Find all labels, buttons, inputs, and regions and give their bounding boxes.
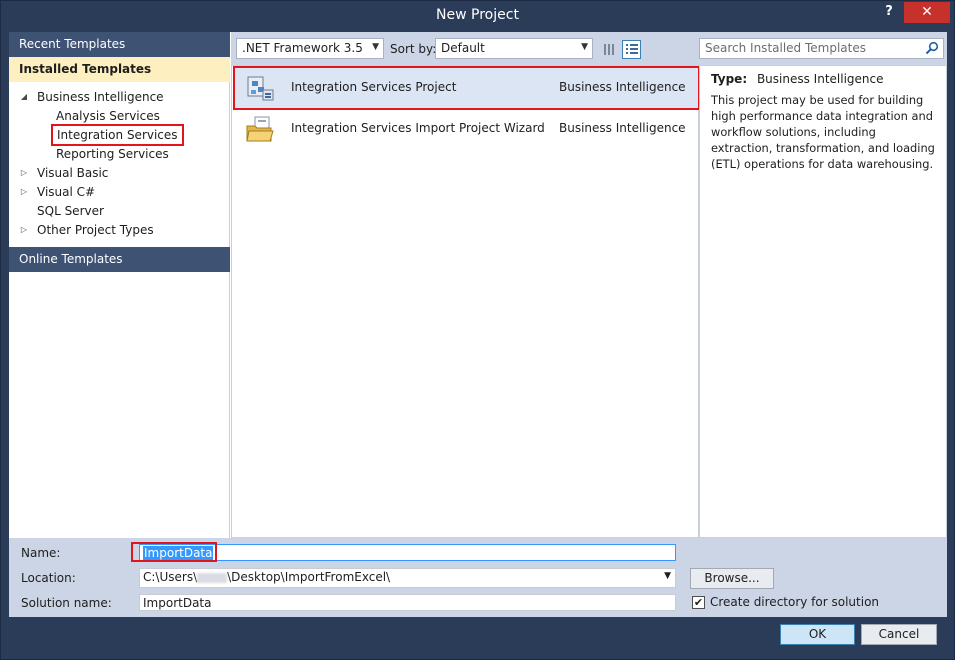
online-templates-header[interactable]: Online Templates <box>9 247 230 272</box>
template-type: Business Intelligence <box>559 80 686 94</box>
project-form: Name: ImportData Location: C:\Users\ \Des… <box>9 538 947 617</box>
collapsed-arrow-icon[interactable]: ▷ <box>19 221 29 239</box>
template-name: Integration Services Project <box>291 80 457 94</box>
search-placeholder: Search Installed Templates <box>705 41 866 55</box>
sort-dropdown[interactable]: Default ▼ <box>435 38 593 59</box>
sort-by-label: Sort by: <box>390 42 437 56</box>
template-item-integration-services-project[interactable]: Integration Services Project Business In… <box>233 66 700 110</box>
template-name: Integration Services Import Project Wiza… <box>291 121 545 135</box>
collapsed-arrow-icon[interactable]: ▷ <box>19 164 29 182</box>
dialog-client: Recent Templates Installed Templates ◢ B… <box>9 32 947 538</box>
browse-button[interactable]: Browse... <box>690 568 774 589</box>
template-list: Integration Services Project Business In… <box>231 65 700 538</box>
tree-item-label: Reporting Services <box>56 147 169 161</box>
tree-item-integration-services[interactable]: Integration Services <box>51 124 184 146</box>
chevron-down-icon[interactable]: ▼ <box>664 571 671 581</box>
installed-templates-header[interactable]: Installed Templates <box>9 57 230 82</box>
type-value: Business Intelligence <box>756 72 884 86</box>
tree-item-sql-server[interactable]: SQL Server <box>37 202 104 220</box>
type-label: Type: <box>711 72 748 86</box>
small-icons-view-icon <box>604 44 614 55</box>
folder-wizard-icon <box>246 116 274 142</box>
solution-name-value: ImportData <box>143 596 212 610</box>
templates-toolbar: .NET Framework 3.5 ▼ Sort by: Default ▼ <box>231 32 699 65</box>
search-icon[interactable] <box>925 41 939 55</box>
name-label: Name: <box>21 546 61 560</box>
tree-item-analysis-services[interactable]: Analysis Services <box>56 107 160 125</box>
tree-item-label: Business Intelligence <box>37 90 164 104</box>
chevron-down-icon: ▼ <box>581 42 588 52</box>
tree-item-reporting-services[interactable]: Reporting Services <box>56 145 169 163</box>
close-button[interactable]: ✕ <box>904 2 950 23</box>
tree-item-label: SQL Server <box>37 204 104 218</box>
template-description: Type: Business Intelligence This project… <box>699 65 947 538</box>
search-input[interactable]: Search Installed Templates <box>699 38 944 59</box>
tree-item-visual-basic[interactable]: ▷ Visual Basic <box>19 164 109 182</box>
solution-name-field[interactable]: ImportData <box>139 594 676 611</box>
tree-item-label: Integration Services <box>57 128 178 142</box>
ok-button[interactable]: OK <box>780 624 855 645</box>
create-directory-label: Create directory for solution <box>710 595 880 609</box>
list-view-icon <box>626 44 638 54</box>
help-button[interactable]: ? <box>881 4 897 20</box>
location-suffix: \Desktop\ImportFromExcel\ <box>227 570 391 584</box>
location-label: Location: <box>21 571 76 585</box>
expanded-arrow-icon[interactable]: ◢ <box>19 88 29 106</box>
window-title: New Project <box>436 7 519 23</box>
redacted-username <box>197 572 228 583</box>
framework-value: .NET Framework 3.5 <box>242 41 363 55</box>
details-panel: Search Installed Templates Type: Busines… <box>699 32 947 538</box>
template-item-import-wizard[interactable]: Integration Services Import Project Wiza… <box>235 109 698 149</box>
create-directory-checkbox[interactable]: ✔ <box>692 596 705 609</box>
collapsed-arrow-icon[interactable]: ▷ <box>19 183 29 201</box>
recent-templates-header[interactable]: Recent Templates <box>9 32 230 57</box>
ssis-project-icon <box>247 76 274 101</box>
list-view-button[interactable] <box>622 40 641 59</box>
title-bar: New Project ? ✕ <box>1 1 954 32</box>
dialog-footer: OK Cancel <box>9 617 947 653</box>
new-project-dialog: New Project ? ✕ Recent Templates Install… <box>0 0 955 660</box>
chevron-down-icon: ▼ <box>372 42 379 52</box>
location-prefix: C:\Users\ <box>143 570 198 584</box>
name-highlight-box <box>131 542 217 562</box>
sort-value: Default <box>441 41 485 55</box>
tree-item-label: Visual C# <box>37 185 96 199</box>
description-text: This project may be used for building hi… <box>711 93 935 171</box>
search-area: Search Installed Templates <box>699 32 947 65</box>
templates-panel: .NET Framework 3.5 ▼ Sort by: Default ▼ <box>231 32 700 538</box>
cancel-button[interactable]: Cancel <box>861 624 937 645</box>
type-line: Type: Business Intelligence <box>711 72 936 86</box>
location-combo[interactable]: C:\Users\ \Desktop\ImportFromExcel\ ▼ <box>139 568 676 588</box>
tree-item-business-intelligence[interactable]: ◢ Business Intelligence <box>19 88 164 106</box>
name-field[interactable]: ImportData <box>139 544 676 561</box>
template-categories-panel: Recent Templates Installed Templates ◢ B… <box>9 32 230 538</box>
tree-item-label: Analysis Services <box>56 109 160 123</box>
small-icons-view-button[interactable] <box>600 40 619 59</box>
framework-dropdown[interactable]: .NET Framework 3.5 ▼ <box>236 38 384 59</box>
solution-name-label: Solution name: <box>21 596 112 610</box>
tree-item-label: Other Project Types <box>37 223 154 237</box>
tree-item-label: Visual Basic <box>37 166 109 180</box>
tree-item-visual-csharp[interactable]: ▷ Visual C# <box>19 183 95 201</box>
template-type: Business Intelligence <box>559 121 686 135</box>
tree-item-other-project-types[interactable]: ▷ Other Project Types <box>19 221 154 239</box>
